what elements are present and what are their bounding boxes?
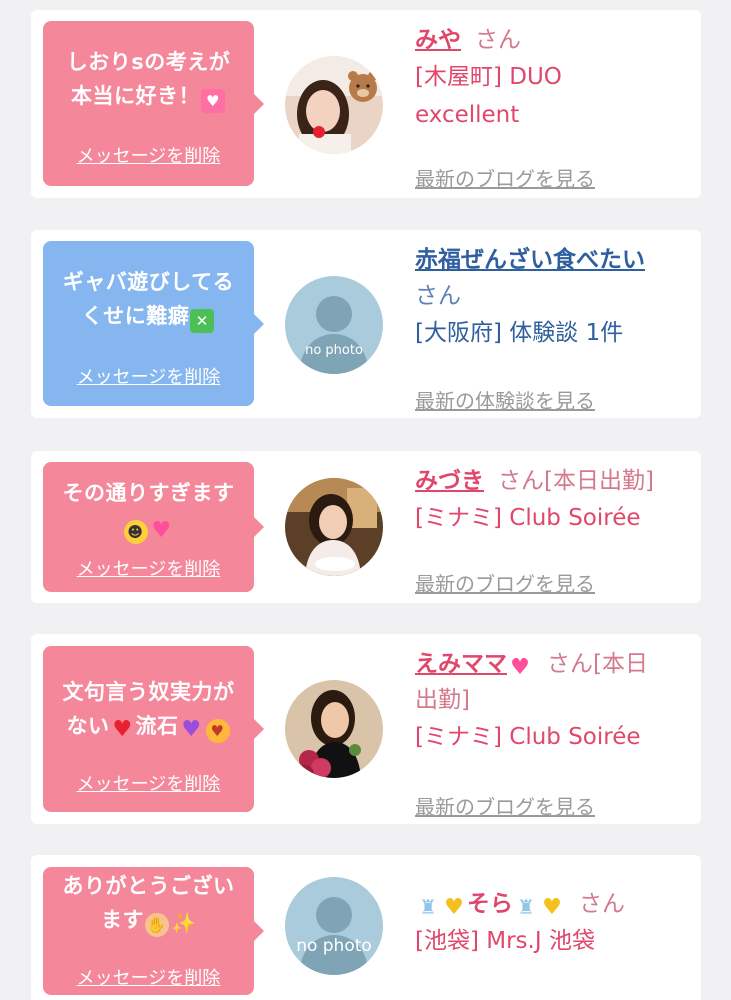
message-bubble: ギャバ遊びしてる くせに難癖 ✕ メッセージを削除 <box>43 241 264 406</box>
message-line: ありがとうござい <box>62 874 235 898</box>
sparkling-heart-icon: ♥ <box>201 89 225 113</box>
latest-blog-link[interactable]: 最新のブログを見る <box>415 571 595 597</box>
yellow-heart-icon: ♥ <box>542 895 562 920</box>
message-card: 文句言う奴実力が ない ♥ 流石 ♥ ♥ メッセージを削除 えみママ ♥ さん[本日 <box>31 634 701 824</box>
baby-bottle-icon: ♜ <box>419 895 437 919</box>
sender-info: みや さん [木屋町] DUO excellent 最新のブログを見る <box>415 22 695 191</box>
honorific: さん <box>579 891 625 917</box>
sunglasses-face-icon: ☻ <box>123 520 148 544</box>
avatar[interactable] <box>285 680 383 778</box>
sender-info: 赤福ぜんざい食べたい さん [大阪府] 体験談 1件 最新の体験談を見る <box>415 242 695 413</box>
message-card: ギャバ遊びしてる くせに難癖 ✕ メッセージを削除 no photo 赤福ぜんざい… <box>31 230 701 418</box>
shop-name: [ミナミ] Club Soirée <box>415 505 641 531</box>
delete-message-link[interactable]: メッセージを削除 <box>43 774 254 796</box>
message-text: ありがとうござい ます ✋ ✨ <box>51 869 246 937</box>
message-bubble: しおりsの考えが 本当に好き！ ♥ メッセージを削除 <box>43 21 264 186</box>
no-photo-caption: no photo <box>305 343 363 358</box>
message-list: しおりsの考えが 本当に好き！ ♥ メッセージを削除 みや さん [木屋町] D… <box>0 0 731 1000</box>
message-line: 文句言う奴実力が <box>62 680 235 704</box>
shop-name: excellent <box>415 102 520 128</box>
message-text: 文句言う奴実力が ない ♥ 流石 ♥ ♥ <box>51 675 246 743</box>
message-bubble: 文句言う奴実力が ない ♥ 流石 ♥ ♥ メッセージを削除 <box>43 646 264 812</box>
honorific: さん[本日出勤] <box>498 468 654 494</box>
delete-message-link[interactable]: メッセージを削除 <box>43 367 254 389</box>
message-card: その通りすぎます ☻ ♥ メッセージを削除 みづき さん[本日出勤] [ミナミ] C… <box>31 451 701 603</box>
sparkles-icon: ✨ <box>171 911 197 935</box>
sender-name-link[interactable]: 赤福ぜんざい食べたい <box>415 247 645 273</box>
latest-blog-link[interactable]: 最新のブログを見る <box>415 794 595 820</box>
message-text: ギャバ遊びしてる くせに難癖 ✕ <box>51 265 246 333</box>
sender-name-link[interactable]: えみママ ♥ <box>415 651 533 680</box>
no-photo-avatar[interactable]: no photo <box>285 276 383 374</box>
honorific: さん <box>415 283 461 309</box>
no-photo-avatar[interactable]: no photo <box>285 877 383 975</box>
latest-blog-link[interactable]: 最新のブログを見る <box>415 166 595 192</box>
message-bubble: ありがとうござい ます ✋ ✨ メッセージを削除 <box>43 867 264 995</box>
shop-name: [大阪府] 体験談 1件 <box>415 320 624 346</box>
delete-message-link[interactable]: メッセージを削除 <box>43 146 254 168</box>
message-line: 流石 <box>135 714 179 738</box>
honorific: さん[本日 <box>547 651 648 677</box>
message-bubble: その通りすぎます ☻ ♥ メッセージを削除 <box>43 462 264 592</box>
message-line: その通りすぎます <box>62 481 235 505</box>
sender-name-text: そら <box>467 891 513 917</box>
no-photo-caption: no photo <box>296 936 372 956</box>
sender-info: ♜ ♥ そら ♜ ♥ さん [池袋] Mrs.J 池袋 <box>415 886 695 960</box>
red-heart-icon: ♥ <box>112 717 133 742</box>
shop-name: [木屋町] DUO <box>415 64 562 90</box>
shop-name: [ミナミ] Club Soirée <box>415 724 641 750</box>
honorific: さん <box>475 27 521 53</box>
message-card: ありがとうござい ます ✋ ✨ メッセージを削除 no photo ♜ ♥ そら ♜ ♥ さん… <box>31 855 701 1000</box>
folded-hands-icon: ✋ <box>145 913 169 937</box>
sender-info: みづき さん[本日出勤] [ミナミ] Club Soirée 最新のブログを見る <box>415 463 695 596</box>
sender-name-link[interactable]: みや <box>415 27 461 53</box>
message-line: ない <box>66 714 110 738</box>
shop-name: [池袋] Mrs.J 池袋 <box>415 928 595 954</box>
message-line: くせに難癖 <box>81 304 190 328</box>
message-line: しおりsの考えが <box>66 50 231 74</box>
sender-name-text: えみママ <box>415 651 507 677</box>
two-hearts-icon: ♥ <box>151 518 172 543</box>
delete-message-link[interactable]: メッセージを削除 <box>43 559 254 581</box>
latest-review-link[interactable]: 最新の体験談を見る <box>415 388 595 414</box>
delete-message-link[interactable]: メッセージを削除 <box>43 968 254 990</box>
sender-name-link[interactable]: ♜ ♥ そら ♜ ♥ <box>415 891 565 920</box>
purple-heart-icon: ♥ <box>181 717 202 742</box>
message-card: しおりsの考えが 本当に好き！ ♥ メッセージを削除 みや さん [木屋町] D… <box>31 10 701 198</box>
sender-info: えみママ ♥ さん[本日 出勤] [ミナミ] Club Soirée 最新のブログを… <box>415 646 695 819</box>
message-text: その通りすぎます ☻ ♥ <box>51 476 246 544</box>
message-text: しおりsの考えが 本当に好き！ ♥ <box>51 45 246 113</box>
two-hearts-icon: ♥ <box>510 655 530 680</box>
baby-bottle-icon: ♜ <box>517 895 535 919</box>
message-line: ます <box>101 908 144 932</box>
message-line: 本当に好き！ <box>71 84 200 108</box>
yellow-heart-icon: ♥ <box>444 895 464 920</box>
avatar[interactable] <box>285 56 383 154</box>
honorific: 出勤] <box>415 687 470 713</box>
sender-name-link[interactable]: みづき <box>415 468 484 494</box>
cross-mark-icon: ✕ <box>190 309 215 333</box>
avatar[interactable] <box>285 478 383 576</box>
heart-eyes-cat-icon: ♥ <box>205 719 230 743</box>
message-line: ギャバ遊びしてる <box>62 270 235 294</box>
